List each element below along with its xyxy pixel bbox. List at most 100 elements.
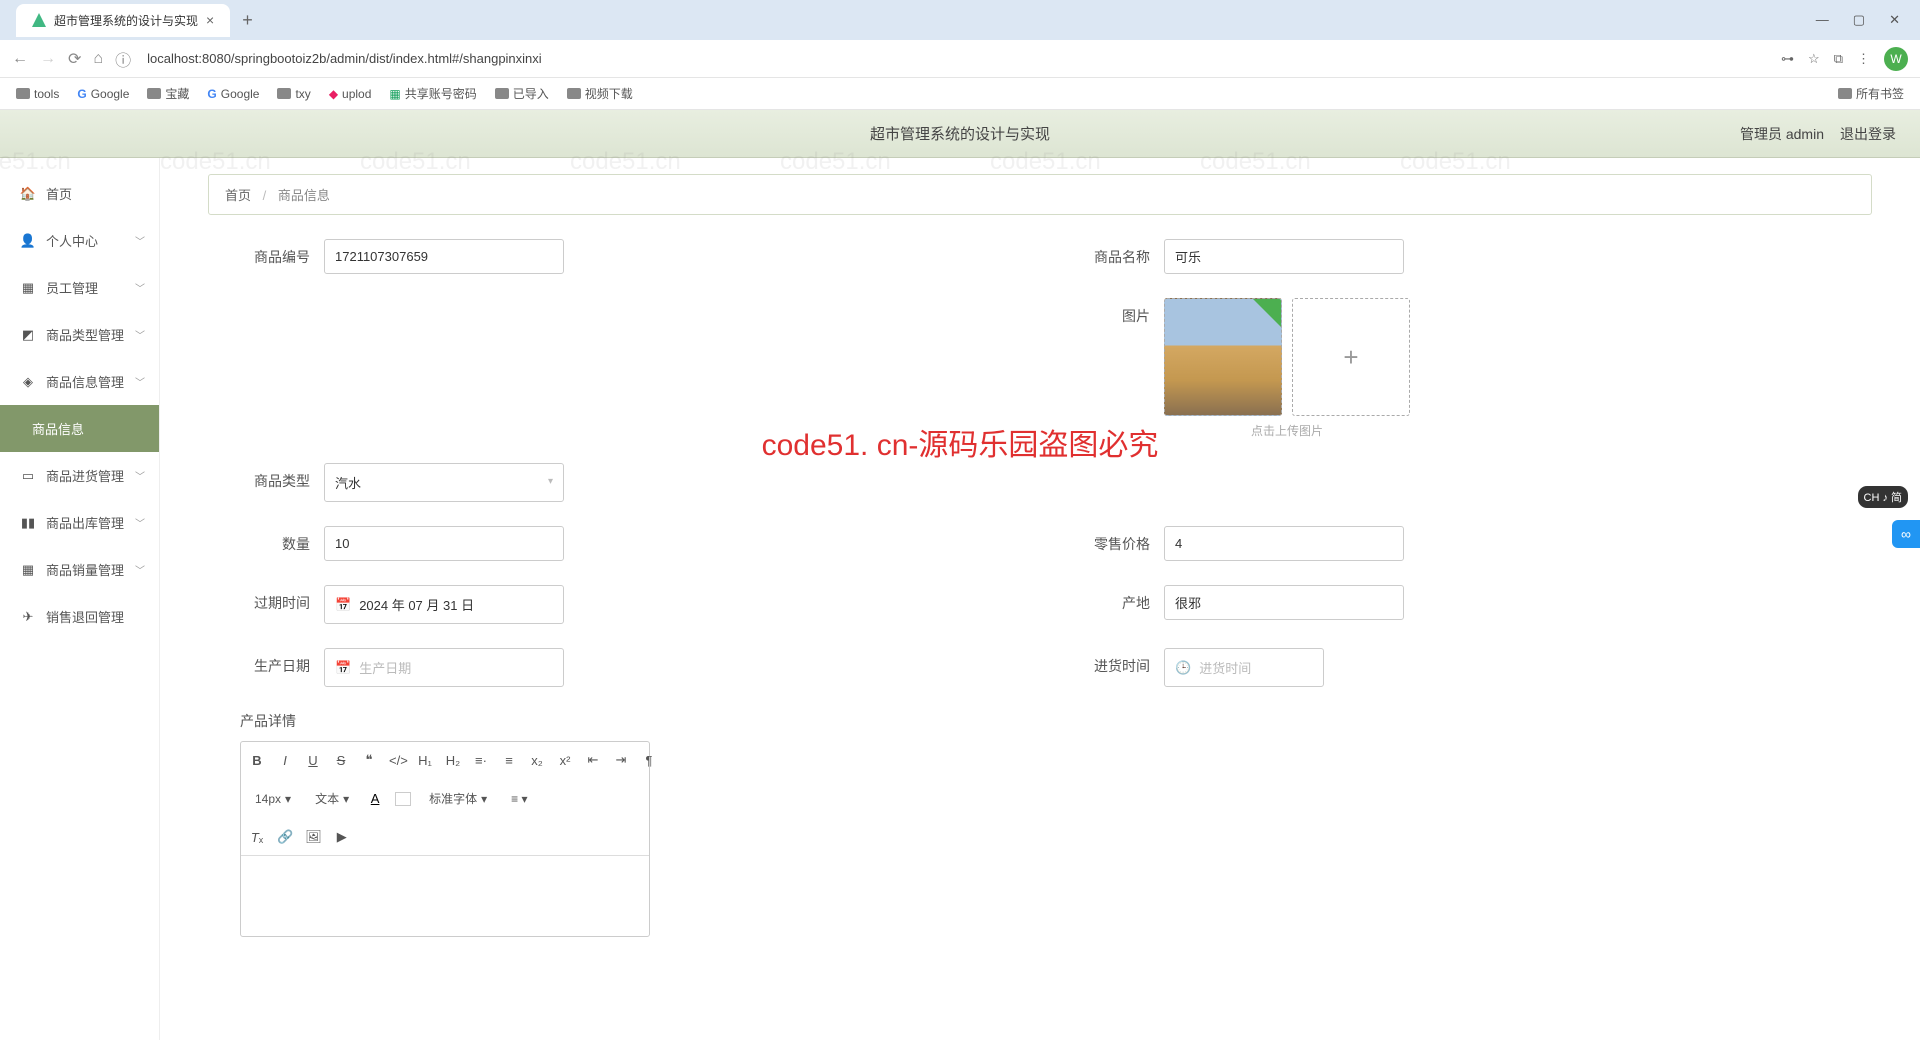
chart-icon: ▮▮ <box>20 515 36 531</box>
sidebar-item-product-info-sub[interactable]: 商品信息 <box>0 405 159 452</box>
bookmark-item[interactable]: ▦共享账号密码 <box>389 85 476 102</box>
bookmark-item[interactable]: 视频下载 <box>567 85 633 102</box>
sidebar-item-category[interactable]: ◩商品类型管理﹀ <box>0 311 159 358</box>
link-icon[interactable]: 🔗 <box>277 829 293 845</box>
expire-date-input[interactable]: 📅2024 年 07 月 31 日 <box>324 585 564 624</box>
label-image: 图片 <box>1080 298 1150 326</box>
sheets-icon: ▦ <box>389 87 400 101</box>
qty-input[interactable] <box>324 526 564 561</box>
code-icon[interactable]: </> <box>389 753 405 768</box>
google-icon: G <box>207 87 216 101</box>
video-icon[interactable]: ▶ <box>334 829 350 845</box>
upload-add-button[interactable]: + <box>1292 298 1410 416</box>
bookmark-bar: tools GGoogle 宝藏 GGoogle txy ◆uplod ▦共享账… <box>0 78 1920 110</box>
minimize-icon[interactable]: — <box>1816 12 1829 28</box>
chevron-down-icon: ﹀ <box>135 327 145 342</box>
rtl-icon[interactable]: ¶ <box>641 753 657 768</box>
sidebar-item-purchase[interactable]: ▭商品进货管理﹀ <box>0 452 159 499</box>
text-type-select[interactable]: 文本 ▾ <box>309 788 355 809</box>
font-color-icon[interactable]: A <box>367 791 383 806</box>
prod-date-input[interactable]: 📅生产日期 <box>324 648 564 687</box>
uploaded-thumbnail[interactable] <box>1164 298 1282 416</box>
italic-icon[interactable]: I <box>277 753 293 768</box>
origin-input[interactable] <box>1164 585 1404 620</box>
bookmark-item[interactable]: 已导入 <box>495 85 549 102</box>
superscript-icon[interactable]: x² <box>557 753 573 768</box>
key-icon[interactable]: ⊶ <box>1781 51 1794 67</box>
editor-content[interactable] <box>241 856 649 936</box>
grid-icon: ▦ <box>20 280 36 296</box>
main-content: 首页 / 商品信息 商品编号 商品名称 图片 <box>160 158 1920 1040</box>
bookmark-item[interactable]: txy <box>277 87 310 101</box>
user-icon: 👤 <box>20 233 36 249</box>
label-expire: 过期时间 <box>240 585 310 613</box>
sidebar-item-outbound[interactable]: ▮▮商品出库管理﹀ <box>0 499 159 546</box>
h1-icon[interactable]: H₁ <box>417 753 433 768</box>
bookmark-item[interactable]: GGoogle <box>207 87 259 101</box>
extensions-icon[interactable]: ⧉ <box>1834 51 1843 67</box>
underline-icon[interactable]: U <box>305 753 321 768</box>
bookmark-item[interactable]: GGoogle <box>77 87 129 101</box>
all-bookmarks[interactable]: 所有书签 <box>1838 85 1904 102</box>
label-price: 零售价格 <box>1080 526 1150 554</box>
bookmark-item[interactable]: ◆uplod <box>329 87 372 101</box>
site-info-icon[interactable]: ⓘ <box>115 47 131 71</box>
chevron-down-icon: ﹀ <box>135 515 145 530</box>
sidebar-item-home[interactable]: 🏠首页 <box>0 170 159 217</box>
font-size-select[interactable]: 14px ▾ <box>249 790 297 808</box>
list-ol-icon[interactable]: ≡· <box>473 753 489 768</box>
sidebar-item-staff[interactable]: ▦员工管理﹀ <box>0 264 159 311</box>
sidebar-item-sales[interactable]: ▦商品销量管理﹀ <box>0 546 159 593</box>
box-icon: ◩ <box>20 327 36 343</box>
bookmark-item[interactable]: tools <box>16 87 59 101</box>
list-ul-icon[interactable]: ≡ <box>501 753 517 768</box>
sidebar-item-returns[interactable]: ✈销售退回管理 <box>0 593 159 640</box>
h2-icon[interactable]: H₂ <box>445 753 461 768</box>
image-icon[interactable]: 🖼 <box>305 829 322 845</box>
calendar-icon: 📅 <box>335 660 351 676</box>
close-icon[interactable]: × <box>206 12 214 28</box>
maximize-icon[interactable]: ▢ <box>1853 12 1865 28</box>
success-badge-icon <box>1253 299 1281 327</box>
profile-avatar[interactable]: W <box>1884 47 1908 71</box>
reload-icon[interactable]: ⟳ <box>68 49 81 69</box>
quote-icon[interactable]: ❝ <box>361 752 377 768</box>
browser-tab[interactable]: 超市管理系统的设计与实现 × <box>16 4 230 37</box>
breadcrumb-current: 商品信息 <box>278 188 330 203</box>
tab-title: 超市管理系统的设计与实现 <box>54 12 198 29</box>
app-header: 超市管理系统的设计与实现 管理员 admin 退出登录 <box>0 110 1920 158</box>
breadcrumb-home[interactable]: 首页 <box>225 188 251 203</box>
bold-icon[interactable]: B <box>249 753 265 768</box>
tag-icon: ◈ <box>20 374 36 390</box>
align-select[interactable]: ≡ ▾ <box>505 790 533 808</box>
indent-icon[interactable]: ⇤ <box>585 752 601 768</box>
new-tab-button[interactable]: + <box>242 10 253 31</box>
logout-link[interactable]: 退出登录 <box>1840 124 1896 144</box>
sidebar-item-profile[interactable]: 👤个人中心﹀ <box>0 217 159 264</box>
google-icon: G <box>77 87 86 101</box>
back-icon[interactable]: ← <box>12 50 28 68</box>
name-input[interactable] <box>1164 239 1404 274</box>
menu-icon[interactable]: ⋮ <box>1857 51 1870 67</box>
bookmark-icon[interactable]: ☆ <box>1808 51 1820 67</box>
breadcrumb: 首页 / 商品信息 <box>208 174 1872 215</box>
price-input[interactable] <box>1164 526 1404 561</box>
stock-time-input[interactable]: 🕒进货时间 <box>1164 648 1324 687</box>
font-family-select[interactable]: 标准字体 ▾ <box>423 788 493 809</box>
rich-text-editor[interactable]: B I U S ❝ </> H₁ H₂ ≡· ≡ x₂ x² ⇤ <box>240 741 650 937</box>
chevron-down-icon: ﹀ <box>135 374 145 389</box>
url-input[interactable]: localhost:8080/springbootoiz2b/admin/dis… <box>143 47 1769 70</box>
side-tool-icon[interactable]: ∞ <box>1892 520 1920 548</box>
code-input[interactable] <box>324 239 564 274</box>
bg-color-icon[interactable] <box>395 792 411 806</box>
sidebar-item-product-info[interactable]: ◈商品信息管理﹀ <box>0 358 159 405</box>
label-name: 商品名称 <box>1080 239 1150 267</box>
subscript-icon[interactable]: x₂ <box>529 753 545 768</box>
outdent-icon[interactable]: ⇥ <box>613 752 629 768</box>
bookmark-item[interactable]: 宝藏 <box>147 85 189 102</box>
home-icon[interactable]: ⌂ <box>93 50 103 68</box>
close-window-icon[interactable]: ✕ <box>1889 12 1900 28</box>
clear-format-icon[interactable]: Tₓ <box>249 830 265 845</box>
strike-icon[interactable]: S <box>333 753 349 768</box>
type-select[interactable]: 汽水▾ <box>324 463 564 502</box>
